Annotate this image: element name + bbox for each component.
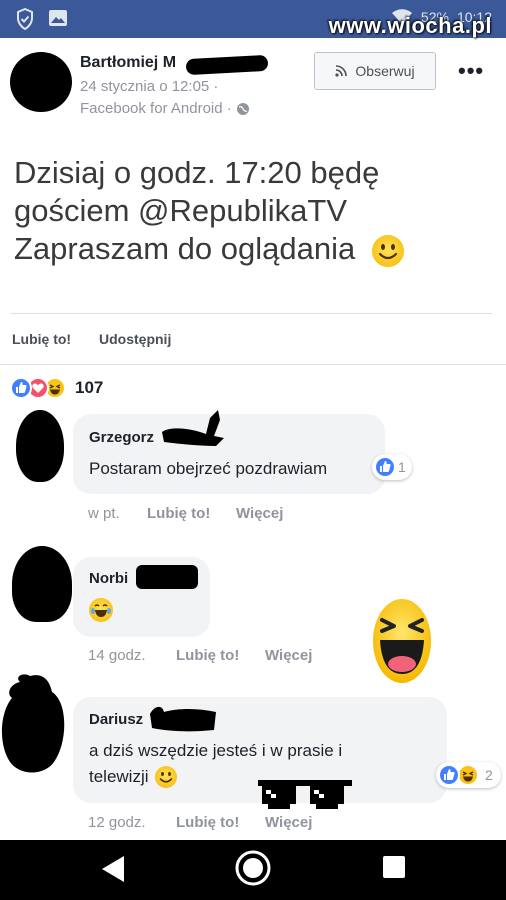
android-nav-bar [0, 840, 506, 900]
comment-text-line-1: a dziś wszędzie jesteś i w prasie i [89, 741, 343, 760]
reactions-summary[interactable]: 107 [10, 377, 103, 399]
status-bar: 52% 10:12 www.wiocha.pl [0, 0, 506, 38]
image-icon [49, 10, 67, 26]
haha-reaction-icon [457, 764, 479, 786]
redacted-name [136, 565, 198, 589]
more-options-button[interactable]: ••• [458, 58, 484, 84]
comment-author[interactable]: Norbi [89, 570, 128, 587]
author-name[interactable]: Bartłomiej M [80, 54, 176, 72]
home-icon[interactable] [234, 849, 272, 887]
like-button[interactable]: Lubię to! [12, 331, 71, 347]
smile-emoji-icon [154, 766, 177, 788]
redacted-name [162, 410, 224, 446]
post-source: Facebook for Android · [80, 100, 250, 117]
comment-time: 12 godz. [88, 814, 146, 831]
commenter-avatar[interactable] [12, 546, 72, 622]
post-date[interactable]: 24 stycznia o 12:05 · [80, 78, 218, 95]
comment-author[interactable]: Dariusz [89, 711, 143, 728]
comment-reaction-count: 2 [485, 767, 493, 783]
comment-author[interactable]: Grzegorz [89, 429, 154, 446]
post-line-2: gościem @RepublikaTV [14, 193, 347, 228]
redacted-name [150, 706, 216, 732]
shield-icon [17, 8, 33, 30]
comment-time: w pt. [88, 505, 120, 522]
commenter-avatar[interactable] [0, 672, 70, 776]
like-reaction-icon [10, 377, 32, 399]
section-divider [0, 364, 506, 365]
recents-icon[interactable] [382, 855, 406, 879]
back-icon[interactable] [100, 854, 126, 884]
commenter-avatar[interactable] [16, 410, 64, 482]
post-source-label: Facebook for Android · [80, 100, 232, 117]
post-line-3: Zapraszam do oglądania [14, 230, 484, 268]
post-body: Dzisiaj o godz. 17:20 będę gościem @Repu… [14, 154, 484, 268]
tears-of-joy-emoji-icon [89, 598, 113, 622]
follow-label: Obserwuj [355, 63, 415, 79]
comment-text: Postaram obejrzeć pozdrawiam [89, 459, 328, 478]
comment-more-button[interactable]: Więcej [265, 647, 312, 664]
comment-like-button[interactable]: Lubię to! [176, 647, 239, 664]
reaction-count: 107 [75, 378, 104, 397]
like-reaction-icon [438, 764, 460, 786]
comment-reaction-badge[interactable]: 2 [436, 762, 501, 788]
author-avatar[interactable] [10, 52, 72, 112]
globe-icon [236, 102, 249, 115]
post-line-3-text: Zapraszam do oglądania [14, 231, 356, 266]
comment-text-line-2: telewizji [89, 765, 177, 789]
share-button[interactable]: Udostępnij [99, 331, 171, 347]
comment-more-button[interactable]: Więcej [236, 505, 283, 522]
post-line-1: Dzisiaj o godz. 17:20 będę [14, 155, 380, 190]
watermark: www.wiocha.pl [328, 13, 492, 38]
comment-like-button[interactable]: Lubię to! [147, 505, 210, 522]
comment-text-line-2-text: telewizji [89, 767, 149, 786]
post-divider [10, 313, 492, 314]
laughing-face-icon [373, 599, 431, 683]
comment-reaction-badge[interactable]: 1 [372, 454, 412, 480]
pixel-sunglasses-icon [258, 780, 352, 809]
redacted-name [185, 54, 269, 76]
follow-button[interactable]: Obserwuj [314, 52, 436, 90]
like-reaction-icon [374, 456, 396, 478]
comment-reaction-count: 1 [398, 459, 406, 475]
rss-icon [335, 65, 348, 77]
smile-emoji-icon [371, 234, 404, 267]
comment-more-button[interactable]: Więcej [265, 814, 312, 831]
comment-time: 14 godz. [88, 647, 146, 664]
comment-like-button[interactable]: Lubię to! [176, 814, 239, 831]
